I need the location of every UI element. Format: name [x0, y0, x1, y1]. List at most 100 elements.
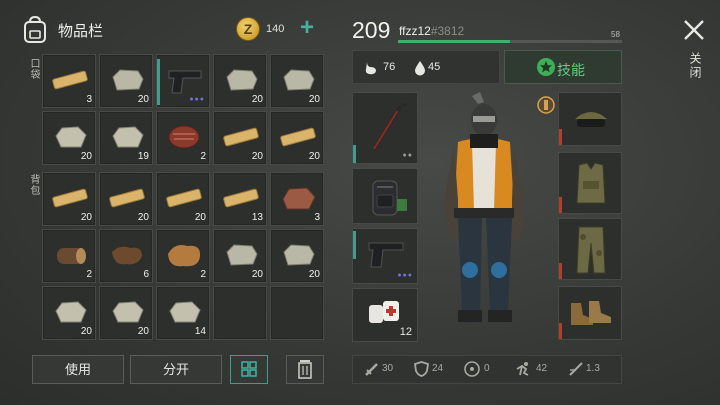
item-count: 20	[251, 269, 263, 280]
iron-ore-icon	[282, 187, 316, 210]
pocket-label: 口袋	[28, 58, 39, 80]
stone-icon	[226, 69, 258, 91]
inventory-slot[interactable]: 20	[213, 229, 267, 283]
wood-plank-icon	[223, 127, 259, 147]
use-button[interactable]: 使用	[32, 355, 124, 384]
inventory-slot[interactable]: 20	[99, 286, 153, 340]
item-count: 20	[80, 151, 92, 162]
equip-slot-weapon-ranged[interactable]: ●●●	[352, 228, 418, 284]
pistol-icon	[368, 242, 404, 268]
limestone-icon	[112, 301, 144, 323]
item-count: 2	[200, 151, 206, 162]
inventory-slot[interactable]: 20	[42, 172, 96, 226]
stomach-icon	[365, 62, 376, 75]
leather-icon	[112, 246, 142, 265]
backpack-label: 背包	[28, 174, 39, 196]
equip-slot-head[interactable]	[558, 92, 622, 146]
vitals-panel: 76 45	[352, 50, 500, 84]
delete-button[interactable]	[286, 355, 324, 384]
water-value: 45	[428, 61, 441, 73]
inventory-slot[interactable]: 20	[270, 54, 324, 108]
boots-icon	[571, 301, 611, 325]
food-value: 76	[383, 61, 396, 73]
item-count: 13	[251, 212, 263, 223]
item-count: 2	[200, 269, 206, 280]
equip-slot-body[interactable]	[558, 152, 622, 214]
inventory-slot[interactable]: 2	[42, 229, 96, 283]
trash-icon	[298, 360, 312, 379]
equip-slot-feet[interactable]	[558, 286, 622, 340]
inventory-slot[interactable]: 20	[270, 111, 324, 165]
add-coins-button[interactable]: +	[300, 14, 314, 42]
inventory-slot[interactable]: 13	[213, 172, 267, 226]
close-icon[interactable]	[682, 18, 706, 42]
quality-dots: ●●●	[189, 96, 205, 103]
inventory-slot[interactable]: 14	[156, 286, 210, 340]
fur-icon	[168, 245, 201, 267]
inventory-slot[interactable]: 3	[42, 54, 96, 108]
inventory-slot[interactable]: 2	[156, 229, 210, 283]
item-count: 20	[308, 151, 320, 162]
item-count: 20	[308, 269, 320, 280]
inventory-slot[interactable]: 20	[99, 54, 153, 108]
item-count: 20	[137, 326, 149, 337]
durability-bar	[559, 197, 562, 213]
inventory-slot-empty[interactable]	[270, 286, 324, 340]
equip-slot-consumable[interactable]: 12	[352, 288, 418, 342]
xp-bar	[398, 40, 622, 43]
item-count: 20	[308, 94, 320, 105]
star-badge-icon	[537, 58, 555, 76]
speed-value: 42	[536, 363, 548, 374]
inventory-title: 物品栏	[58, 23, 104, 40]
attack-value: 30	[382, 363, 394, 374]
camo-pants-icon	[576, 226, 606, 274]
running-icon	[516, 362, 529, 376]
item-count: 3	[314, 212, 320, 223]
radiation-value: 0	[484, 363, 490, 374]
inventory-slot[interactable]: 20	[213, 111, 267, 165]
wood-plank-icon	[52, 70, 88, 90]
item-count: 20	[137, 212, 149, 223]
inventory-slot[interactable]: ●●●	[156, 54, 210, 108]
inventory-slot[interactable]: 6	[99, 229, 153, 283]
durability-bar	[353, 145, 356, 163]
item-count: 6	[143, 269, 149, 280]
coin-icon: Z	[236, 17, 260, 41]
inventory-slot[interactable]: 20	[42, 286, 96, 340]
equip-slot-backpack[interactable]	[352, 168, 418, 224]
close-label[interactable]: 关闭	[687, 52, 704, 80]
durability-bar	[353, 231, 356, 259]
wood-plank-icon	[223, 188, 259, 208]
wood-plank-icon	[52, 188, 88, 208]
quality-dots: ●●●	[397, 272, 413, 279]
inventory-slot-empty[interactable]	[213, 286, 267, 340]
backpack-icon	[372, 180, 407, 216]
wood-plank-icon	[280, 127, 316, 147]
equip-slot-legs[interactable]	[558, 218, 622, 280]
inventory-slot[interactable]: 20	[213, 54, 267, 108]
limestone-icon	[112, 126, 144, 148]
player-id: #3812	[430, 24, 465, 38]
skills-label: 技能	[557, 62, 585, 78]
crowbar-icon	[371, 102, 408, 153]
inventory-slot[interactable]: 3	[270, 172, 324, 226]
split-button[interactable]: 分开	[130, 355, 222, 384]
inventory-slot[interactable]: 19	[99, 111, 153, 165]
inventory-slot[interactable]: 2	[156, 111, 210, 165]
durability-bar	[157, 59, 160, 105]
inventory-slot[interactable]: 20	[156, 172, 210, 226]
inventory-slot[interactable]: 20	[42, 111, 96, 165]
xp-fill	[398, 40, 510, 43]
equip-slot-weapon-melee[interactable]: ●●	[352, 92, 418, 164]
stone-icon	[283, 69, 315, 91]
defense-value: 24	[432, 363, 444, 374]
item-count: 20	[251, 94, 263, 105]
body-armor-icon	[576, 162, 606, 204]
item-count: 20	[80, 326, 92, 337]
sort-button[interactable]	[230, 355, 268, 384]
durability-bar	[559, 323, 562, 339]
shield-icon	[414, 361, 429, 377]
water-drop-icon	[415, 61, 425, 76]
inventory-slot[interactable]: 20	[270, 229, 324, 283]
inventory-slot[interactable]: 20	[99, 172, 153, 226]
